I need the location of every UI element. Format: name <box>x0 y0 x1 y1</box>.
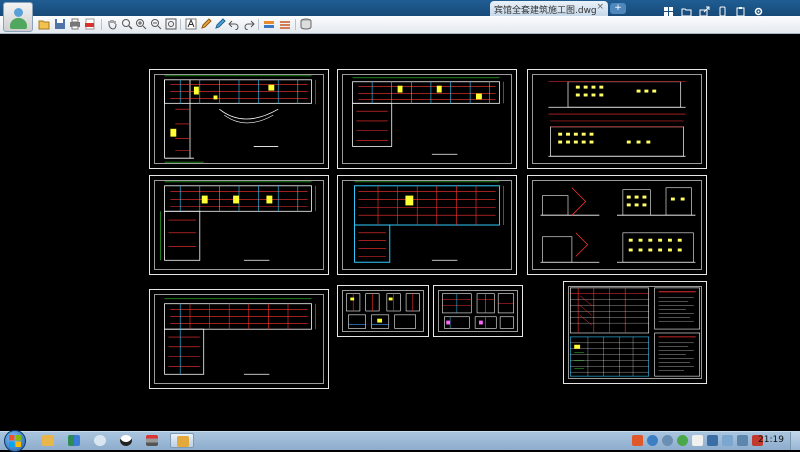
sections-sheet[interactable] <box>527 175 707 275</box>
flag-icon[interactable] <box>692 435 703 446</box>
layout-icon[interactable] <box>279 18 291 30</box>
details-sheet-2[interactable] <box>433 285 523 337</box>
stack-icon[interactable] <box>300 18 312 30</box>
taskbar-ie[interactable] <box>88 433 112 448</box>
windows-logo-icon <box>9 435 21 447</box>
basement-plan[interactable] <box>149 289 329 389</box>
qq-icon <box>120 435 132 446</box>
document-tab-title: 宾馆全套建筑施工图.dwg <box>494 6 597 16</box>
save-icon[interactable] <box>54 18 66 30</box>
phone-icon[interactable] <box>717 2 727 17</box>
toolbar-separator <box>295 19 296 30</box>
details-2-drawing <box>442 293 514 329</box>
media-icon <box>68 435 80 446</box>
user-avatar[interactable] <box>3 2 33 32</box>
details-sheet-1[interactable] <box>337 285 429 337</box>
toolbar <box>0 16 800 34</box>
taskbar-folder-app[interactable] <box>170 433 194 448</box>
taskbar-media[interactable] <box>62 433 86 448</box>
folder-icon[interactable] <box>681 2 692 17</box>
pdf-icon[interactable] <box>84 18 96 30</box>
basement-plan-drawing <box>164 298 316 375</box>
stack-app-icon <box>146 435 158 446</box>
toolbar-separator <box>258 19 259 30</box>
taskbar-explorer[interactable] <box>36 433 60 448</box>
zoom-fit-icon[interactable] <box>165 18 177 30</box>
power-icon[interactable] <box>677 435 688 446</box>
zoom-out-icon[interactable] <box>150 18 162 30</box>
roof-plan-drawing <box>353 181 504 263</box>
show-desktop-button[interactable] <box>790 432 800 450</box>
clipboard-icon[interactable] <box>735 2 745 17</box>
print-icon[interactable] <box>69 18 81 30</box>
top-right-icons <box>663 2 763 17</box>
hand-pan-icon[interactable] <box>106 18 118 30</box>
avatar-head <box>14 8 23 17</box>
help-icon[interactable] <box>647 435 658 446</box>
avatar-body <box>10 18 27 29</box>
folder-app-icon <box>177 436 189 447</box>
design-notes-sheet[interactable] <box>563 281 707 384</box>
text-icon[interactable] <box>185 18 197 30</box>
elevations-sheet[interactable] <box>527 69 707 169</box>
taskbar-stack-app[interactable] <box>140 433 164 448</box>
taskbar: 21:19 <box>0 430 800 452</box>
sections-drawing <box>540 187 696 263</box>
grid-icon[interactable] <box>663 2 673 16</box>
third-floor-plan-drawing <box>160 181 316 261</box>
drawing-canvas[interactable] <box>0 34 800 431</box>
undo-icon[interactable] <box>228 18 240 30</box>
ie-icon <box>94 435 106 446</box>
input-method-icon[interactable] <box>632 435 643 446</box>
design-notes-drawing <box>569 287 701 377</box>
tab-close-button[interactable]: × <box>596 2 604 12</box>
details-1-drawing <box>346 293 420 329</box>
share-icon[interactable] <box>699 2 710 17</box>
arrow-icon[interactable] <box>737 435 748 446</box>
volume-icon[interactable] <box>722 435 733 446</box>
layer-icon[interactable] <box>263 18 275 30</box>
third-floor-plan[interactable] <box>149 175 329 275</box>
new-tab-button[interactable]: + <box>610 3 626 14</box>
explorer-icon <box>42 435 54 446</box>
pen-icon[interactable] <box>200 18 212 30</box>
second-floor-plan-drawing <box>352 77 504 155</box>
redo-icon[interactable] <box>243 18 255 30</box>
open-icon[interactable] <box>38 18 50 30</box>
document-tab[interactable]: 宾馆全套建筑施工图.dwg × <box>490 1 608 16</box>
pencil-icon[interactable] <box>214 18 226 30</box>
zoom-window-icon[interactable] <box>121 18 133 30</box>
gear-tray-icon[interactable] <box>662 435 673 446</box>
first-floor-plan-drawing <box>164 75 316 163</box>
taskbar-clock[interactable]: 21:19 <box>758 435 784 445</box>
settings-icon[interactable] <box>753 2 763 16</box>
elevations-drawing <box>548 81 686 157</box>
network-icon[interactable] <box>707 435 718 446</box>
toolbar-separator <box>180 19 181 30</box>
roof-plan[interactable] <box>337 175 517 275</box>
toolbar-separator <box>101 19 102 30</box>
first-floor-plan[interactable] <box>149 69 329 169</box>
second-floor-plan[interactable] <box>337 69 517 169</box>
system-tray <box>632 435 763 446</box>
taskbar-qq[interactable] <box>114 433 138 448</box>
zoom-in-icon[interactable] <box>135 18 147 30</box>
